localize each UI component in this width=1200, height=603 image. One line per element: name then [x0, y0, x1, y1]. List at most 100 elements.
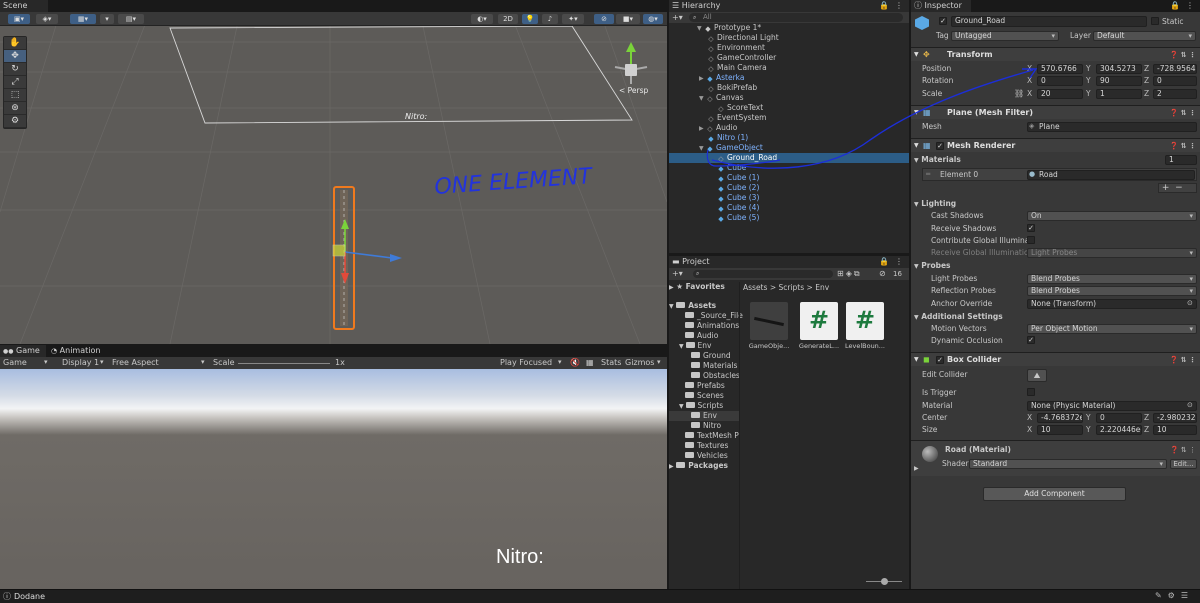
gizmos-button[interactable]: Gizmos: [625, 358, 654, 368]
hierarchy-item[interactable]: ▶ ◇ Audio: [669, 123, 909, 133]
prefab-asset-tile[interactable]: [750, 302, 788, 340]
hierarchy-item[interactable]: ◇ Main Camera: [669, 63, 909, 73]
materials-foldout[interactable]: ▼ Materials: [914, 154, 961, 165]
active-checkbox[interactable]: ✓: [939, 17, 947, 25]
move-tool-icon[interactable]: ✥: [4, 50, 26, 63]
edit-collider-button[interactable]: ⛰: [1027, 369, 1047, 382]
lighting-toggle-icon[interactable]: 💡: [522, 14, 538, 24]
project-folder-item[interactable]: Textures: [669, 441, 739, 451]
expand-arrow-icon[interactable]: ▼: [669, 303, 674, 310]
component-header-icons[interactable]: ❓ ⇅ ⋮: [1170, 353, 1196, 367]
rotation-y-field[interactable]: 90: [1096, 76, 1142, 86]
breadcrumb-item[interactable]: Env: [815, 283, 829, 292]
object-picker-icon[interactable]: ⊙: [1187, 401, 1193, 409]
scene-view[interactable]: ONE ELEMENT ▣▾ ◈▾ ▦▾ ▾ ▤▾ ◐▾ 2D 💡 ♪ ✦▾ ⊘…: [0, 12, 667, 344]
position-z-field[interactable]: -728.9564: [1153, 64, 1197, 74]
rect-tool-icon[interactable]: ⬚: [4, 89, 26, 102]
position-y-field[interactable]: 304.5273: [1096, 64, 1142, 74]
aspect-select[interactable]: Free Aspect: [112, 358, 159, 368]
more-menu-icon[interactable]: ⋮: [895, 257, 903, 266]
hierarchy-item[interactable]: ◇ Ground_Road: [669, 153, 909, 163]
hierarchy-item[interactable]: ◆ Nitro (1): [669, 133, 909, 143]
hierarchy-item[interactable]: ◇ BokiPrefab: [669, 83, 909, 93]
hierarchy-item[interactable]: ◇ Directional Light: [669, 33, 909, 43]
light-probes-dropdown[interactable]: Blend Probes: [1027, 274, 1197, 284]
link-scale-icon[interactable]: ⛓: [1014, 89, 1024, 98]
cast-shadows-dropdown[interactable]: On: [1027, 211, 1197, 221]
persp-toggle-button[interactable]: ◐▾: [471, 14, 493, 24]
project-folder-item[interactable]: Animations: [669, 321, 739, 331]
stats-button[interactable]: Stats: [601, 358, 621, 368]
component-header-icons[interactable]: ❓ ⇅ ⋮: [1170, 446, 1196, 454]
persp-label[interactable]: < Persp: [619, 86, 648, 95]
gizmos-globe-button[interactable]: ◍▾: [643, 14, 663, 24]
lighting-foldout[interactable]: ▼ Lighting: [914, 198, 956, 209]
hierarchy-item[interactable]: ◆ Cube (1): [669, 173, 909, 183]
hierarchy-item[interactable]: ◇ GameController: [669, 53, 909, 63]
scale-tool-icon[interactable]: ⤢: [4, 76, 26, 89]
project-folder-item[interactable]: Obstacles: [669, 371, 740, 381]
tab-scene[interactable]: Scene: [0, 0, 48, 12]
tab-hierarchy[interactable]: ☰ Hierarchy: [669, 0, 729, 12]
tab-game[interactable]: ●● Game: [0, 345, 46, 357]
expand-arrow-icon[interactable]: ▼: [679, 343, 686, 350]
project-folder-item[interactable]: Audio: [669, 331, 739, 341]
project-folder-item[interactable]: Nitro: [669, 421, 739, 431]
contribute-gi-checkbox[interactable]: [1027, 236, 1035, 244]
add-component-button[interactable]: Add Component: [983, 487, 1126, 501]
display-select[interactable]: Display 1: [62, 358, 99, 368]
object-picker-icon[interactable]: ⊙: [1187, 299, 1193, 307]
more-menu-icon[interactable]: ⋮: [895, 1, 903, 10]
size-z-field[interactable]: 10: [1153, 425, 1197, 435]
create-asset-icon[interactable]: +▾: [672, 268, 683, 280]
rotation-x-field[interactable]: 0: [1037, 76, 1083, 86]
tab-animation[interactable]: ◔ Animation: [48, 345, 103, 357]
expand-arrow-icon[interactable]: ▼: [914, 48, 919, 62]
hierarchy-item[interactable]: ▼ ◇ Canvas: [669, 93, 909, 103]
scale-slider[interactable]: [238, 363, 330, 364]
project-folder-item[interactable]: ▼ Scripts: [669, 401, 739, 411]
scale-x-field[interactable]: 20: [1037, 89, 1083, 99]
box-collider-header[interactable]: ▼ ◼ ✓ Box Collider ❓ ⇅ ⋮: [911, 352, 1200, 366]
dynamic-occlusion-checkbox[interactable]: ✓: [1027, 336, 1035, 344]
camera-settings-button[interactable]: ■▾: [616, 14, 640, 24]
toggle-2d-button[interactable]: 2D: [498, 14, 518, 24]
hand-tool-icon[interactable]: ✋: [4, 37, 26, 50]
project-folder-item[interactable]: Scenes: [669, 391, 739, 401]
receive-shadows-checkbox[interactable]: ✓: [1027, 224, 1035, 232]
expand-arrow-icon[interactable]: ▼: [914, 353, 919, 367]
transform-header[interactable]: ▼ ✥ Transform ❓ ⇅ ⋮: [911, 47, 1200, 61]
receive-gi-dropdown[interactable]: Light Probes: [1027, 248, 1197, 258]
orientation-gizmo[interactable]: [614, 42, 648, 84]
more-menu-icon[interactable]: ⋮: [1186, 1, 1194, 10]
element0-field[interactable]: Road: [1027, 170, 1195, 180]
shortcuts-icon[interactable]: ▦: [586, 358, 594, 367]
expand-arrow-icon[interactable]: ▶: [669, 284, 674, 291]
probes-foldout[interactable]: ▼ Probes: [914, 260, 951, 271]
hierarchy-item[interactable]: ▼ ◆ GameObject: [669, 143, 909, 153]
expand-arrow-icon[interactable]: ▼: [914, 106, 919, 120]
shader-dropdown[interactable]: Standard: [969, 459, 1167, 469]
favorites-row[interactable]: ▶ ★ Favorites: [669, 282, 725, 292]
project-filter-icons[interactable]: ⊞◈⧉: [837, 268, 862, 280]
project-folder-item[interactable]: ▼ Env: [669, 341, 739, 351]
additional-settings-foldout[interactable]: ▼ Additional Settings: [914, 311, 1003, 322]
transform-tool-icon[interactable]: ⊛: [4, 102, 26, 115]
physic-material-field[interactable]: None (Physic Material): [1027, 401, 1197, 411]
size-y-field[interactable]: 2.220446e-: [1096, 425, 1142, 435]
size-x-field[interactable]: 10: [1037, 425, 1083, 435]
hierarchy-item[interactable]: ◆ Cube (4): [669, 203, 909, 213]
static-checkbox[interactable]: [1151, 17, 1159, 25]
lock-icon[interactable]: 🔒: [1170, 1, 1180, 10]
scene-root-row[interactable]: ▼ ◆ Prototype 1*: [669, 23, 909, 33]
project-folder-item[interactable]: TextMesh P: [669, 431, 739, 441]
packages-row[interactable]: ▶ Packages: [669, 461, 728, 471]
box-collider-enabled-checkbox[interactable]: ✓: [936, 356, 944, 364]
rotation-z-field[interactable]: 0: [1153, 76, 1197, 86]
play-mode-select[interactable]: Play Focused: [500, 358, 552, 368]
materials-count-field[interactable]: 1: [1165, 155, 1197, 165]
add-object-icon[interactable]: +▾: [672, 12, 683, 23]
audio-toggle-icon[interactable]: ♪: [542, 14, 558, 24]
component-header-icons[interactable]: ❓ ⇅ ⋮: [1170, 48, 1196, 62]
grid-snap-button[interactable]: ▦▾: [70, 14, 96, 24]
